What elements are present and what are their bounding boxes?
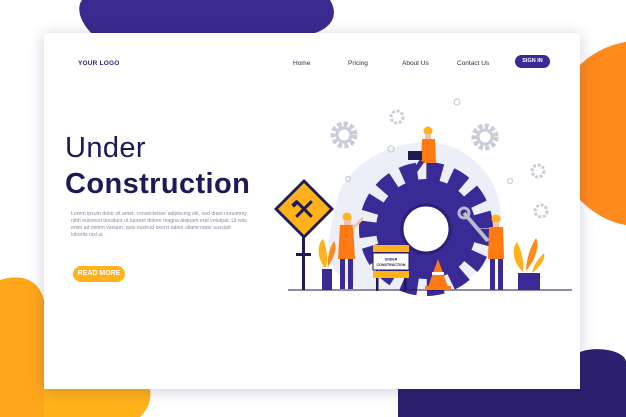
gear-icon bbox=[330, 121, 358, 149]
dot-decoration bbox=[506, 177, 514, 185]
landing-page-card: YOUR LOGO Home Pricing About Us Contact … bbox=[44, 33, 580, 389]
orange-blob-right bbox=[580, 42, 626, 225]
orange-blob-left bbox=[0, 277, 44, 417]
gear-icon bbox=[471, 123, 499, 151]
construction-illustration: UNDER CONSTRUCTION bbox=[274, 98, 572, 296]
purple-blob-top bbox=[79, 0, 334, 36]
gear-icon bbox=[533, 203, 549, 219]
barrier-label-line2: CONSTRUCTION bbox=[377, 263, 406, 267]
gear-icon bbox=[389, 109, 405, 125]
plant-icon bbox=[513, 238, 545, 290]
barrier-label-line1: UNDER bbox=[385, 258, 398, 262]
dot-decoration bbox=[453, 98, 461, 106]
gear-icon bbox=[530, 163, 546, 179]
yellow-blob-bottom bbox=[44, 389, 151, 417]
laptop-icon bbox=[408, 151, 422, 160]
